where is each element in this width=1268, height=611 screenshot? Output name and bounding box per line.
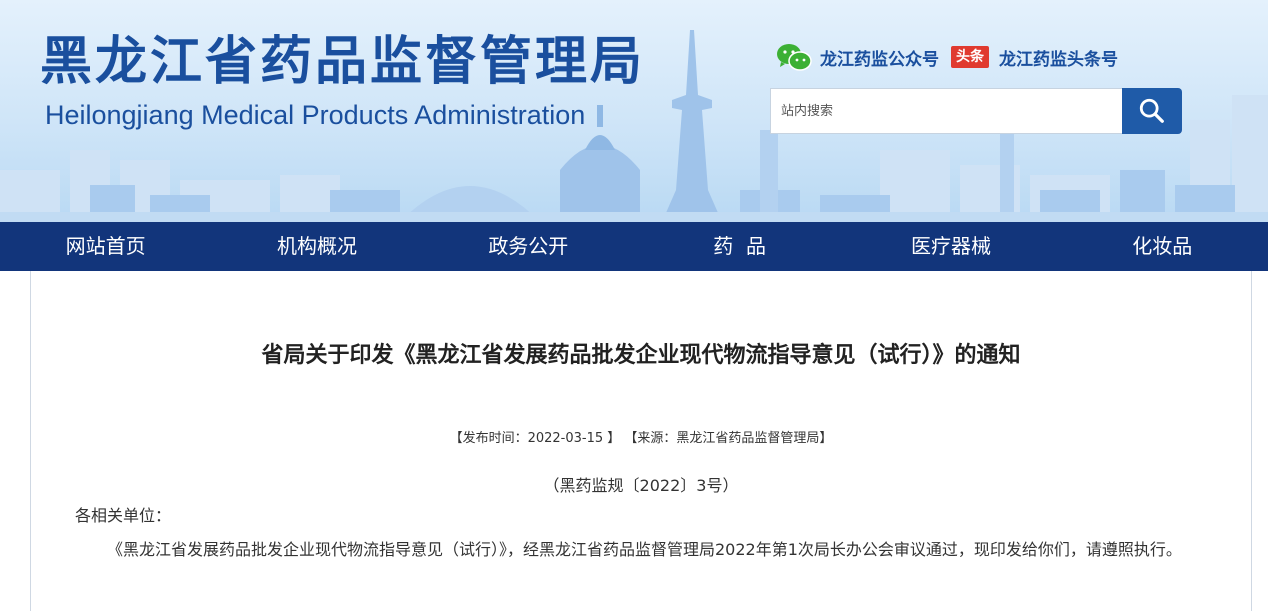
site-header: 黑龙江省药品监督管理局 Heilongjiang Medical Product…	[0, 0, 1268, 222]
main-navigation: 网站首页 机构概况 政务公开 药 品 医疗器械 化妆品	[0, 222, 1268, 271]
social-links: 龙江药监公众号 头条 龙江药监头条号	[776, 42, 1118, 72]
article-meta: 【发布时间：2022-03-15 】 【来源：黑龙江省药品监督管理局】	[449, 431, 833, 446]
nav-item-organization[interactable]: 机构概况	[211, 222, 422, 271]
site-title-english: Heilongjiang Medical Products Administra…	[45, 100, 586, 130]
document-number: （黑药监规〔2022〕3号）	[543, 476, 739, 495]
nav-item-home[interactable]: 网站首页	[0, 222, 211, 271]
toutiao-account-link[interactable]: 龙江药监头条号	[999, 45, 1118, 70]
nav-item-government-affairs[interactable]: 政务公开	[423, 222, 634, 271]
search-input[interactable]	[770, 88, 1122, 134]
toutiao-icon[interactable]: 头条	[951, 46, 989, 68]
article-body-paragraph: 《黑龙江省发展药品批发企业现代物流指导意见（试行）》，经黑龙江省药品监督管理局2…	[107, 540, 1182, 559]
search-button[interactable]	[1122, 88, 1182, 134]
article-salutation: 各相关单位：	[75, 506, 172, 525]
site-title-chinese: 黑龙江省药品监督管理局	[40, 32, 646, 92]
wechat-account-link[interactable]: 龙江药监公众号	[820, 45, 939, 70]
wechat-icon[interactable]	[776, 42, 812, 72]
article-title: 省局关于印发《黑龙江省发展药品批发企业现代物流指导意见（试行）》的通知	[261, 343, 1021, 368]
search-icon	[1139, 98, 1164, 123]
nav-item-medical-devices[interactable]: 医疗器械	[845, 222, 1056, 271]
nav-item-cosmetics[interactable]: 化妆品	[1057, 222, 1268, 271]
article-container: 省局关于印发《黑龙江省发展药品批发企业现代物流指导意见（试行）》的通知 【发布时…	[30, 271, 1252, 611]
nav-item-drugs[interactable]: 药 品	[634, 222, 845, 271]
